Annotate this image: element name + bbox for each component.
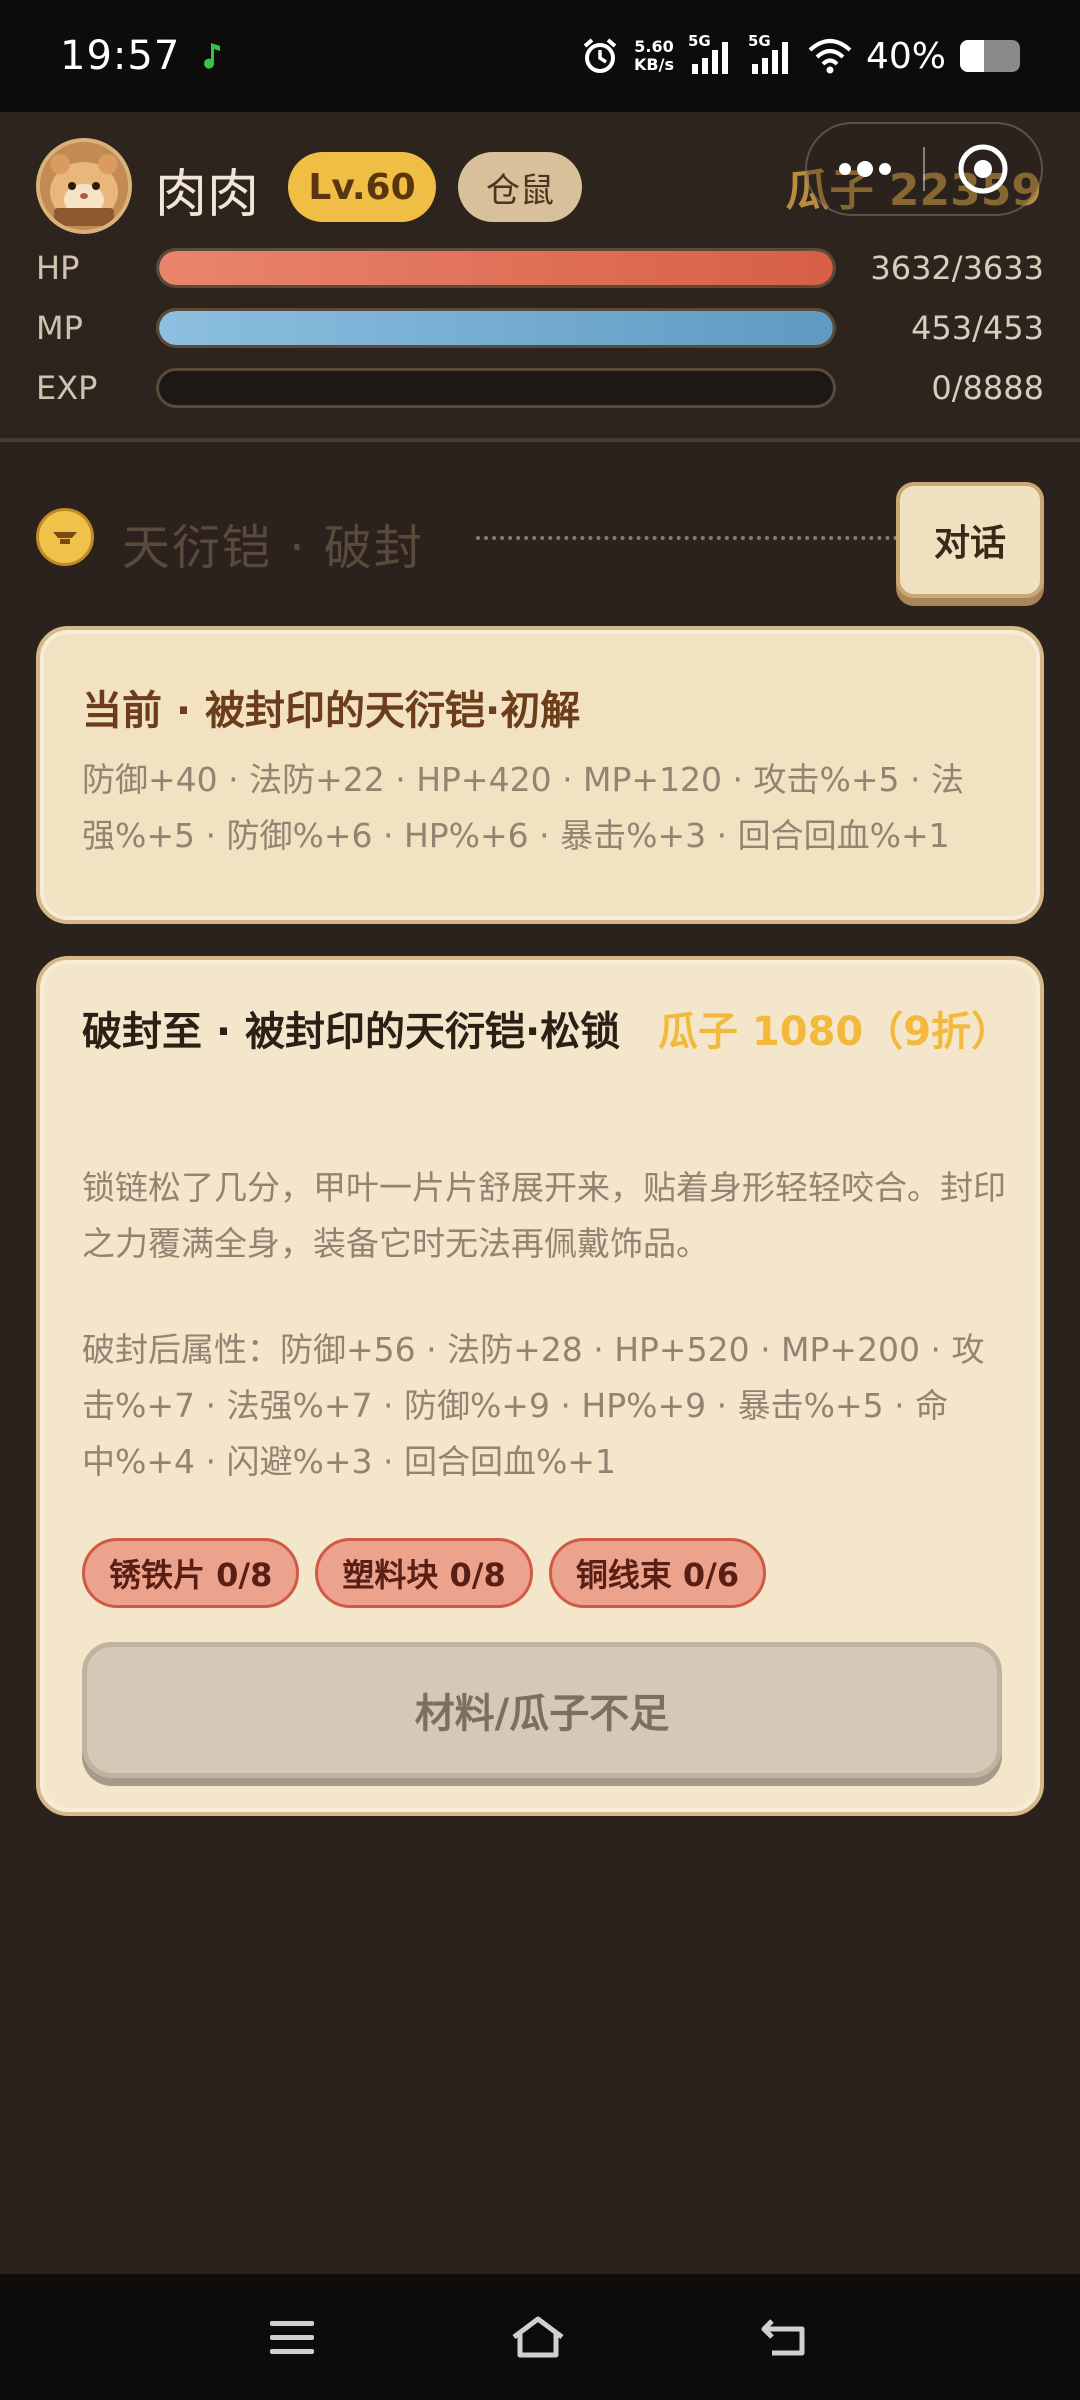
- close-button[interactable]: [925, 143, 1041, 195]
- music-note-icon: [204, 43, 221, 69]
- current-equipment-card: 当前 · 被封印的天衍铠·初解 防御+40 · 法防+22 · HP+420 ·…: [36, 626, 1044, 924]
- exp-row: EXP 0/8888: [36, 368, 1044, 408]
- hp-label: HP: [36, 249, 80, 287]
- upgrade-attrs: 破封后属性：防御+56 · 法防+28 · HP+520 · MP+200 · …: [82, 1330, 985, 1481]
- level-badge: Lv.60: [288, 152, 436, 222]
- player-panel: 肉肉 Lv.60 仓鼠 瓜子 22359 HP 3632/3633 MP 453…: [0, 112, 1080, 442]
- mp-label: MP: [36, 309, 83, 347]
- upgrade-title: 破封至 · 被封印的天衍铠·松锁: [82, 1009, 621, 1055]
- hamster-avatar-icon: [40, 142, 128, 230]
- back-icon[interactable]: [758, 2313, 814, 2361]
- upgrade-card: 破封至 · 被封印的天衍铠·松锁 瓜子 1080（9折） 锁链松了几分，甲叶一片…: [36, 956, 1044, 1816]
- race-badge: 仓鼠: [458, 152, 582, 222]
- section-header: 天衍铠 · 破封 对话: [36, 480, 1044, 598]
- target-close-icon: [958, 144, 1008, 194]
- player-name: 肉肉: [155, 165, 260, 225]
- upgrade-price: 瓜子 1080（9折）: [658, 1009, 1012, 1055]
- talk-button[interactable]: 对话: [896, 482, 1044, 598]
- net-speed-unit: KB/s: [634, 55, 674, 74]
- mini-program-capsule: [805, 122, 1043, 216]
- dotted-divider: [476, 536, 906, 540]
- status-bar: 19:57 5.60 KB/s 5G 5G 40%: [0, 0, 1080, 112]
- material-chip: 塑料块 0/8: [315, 1538, 533, 1608]
- home-icon[interactable]: [508, 2313, 568, 2361]
- hp-row: HP 3632/3633: [36, 248, 1044, 288]
- battery-percent: 40%: [865, 35, 946, 77]
- avatar[interactable]: [36, 138, 132, 234]
- exp-bar: [156, 368, 836, 408]
- upgrade-description: 锁链松了几分，甲叶一片片舒展开来，贴着身形轻轻咬合。封印之力覆满全身，装备它时无…: [82, 1168, 1006, 1263]
- material-chip: 锈铁片 0/8: [82, 1538, 300, 1608]
- current-attrs: 防御+40 · 法防+22 · HP+420 · MP+120 · 攻击%+5 …: [82, 760, 964, 855]
- status-time: 19:57: [60, 33, 181, 79]
- status-icons: 5.60 KB/s 5G 5G 40%: [580, 32, 1020, 77]
- material-chip: 铜线束 0/6: [548, 1538, 767, 1608]
- menu-icon[interactable]: [266, 2315, 318, 2359]
- hp-bar: [156, 248, 836, 288]
- exp-label: EXP: [36, 369, 98, 407]
- battery-icon: [960, 40, 1020, 72]
- coin-icon: [36, 508, 94, 566]
- mp-bar-fill: [159, 311, 833, 345]
- more-button[interactable]: [807, 161, 923, 177]
- signal-icon-2: 5G: [748, 32, 794, 76]
- net-speed: 5.60 KB/s: [634, 38, 674, 74]
- mp-bar: [156, 308, 836, 348]
- exp-value: 0/8888: [931, 369, 1044, 407]
- section-title: 天衍铠 · 破封: [122, 520, 424, 576]
- hp-bar-fill: [159, 251, 833, 285]
- battery-fill: [960, 40, 984, 72]
- upgrade-button[interactable]: 材料/瓜子不足: [82, 1642, 1002, 1778]
- mp-value: 453/453: [911, 309, 1044, 347]
- mp-row: MP 453/453: [36, 308, 1044, 348]
- more-dots-icon: [839, 161, 891, 177]
- materials-list: 锈铁片 0/8 塑料块 0/8 铜线束 0/6: [82, 1538, 767, 1608]
- signal-icon: 5G: [688, 32, 734, 76]
- current-title: 当前 · 被封印的天衍铠·初解: [82, 688, 581, 734]
- hp-value: 3632/3633: [870, 249, 1044, 287]
- wifi-icon: [808, 39, 852, 74]
- net-speed-value: 5.60: [634, 37, 674, 56]
- alarm-icon: [583, 38, 617, 73]
- system-nav-bar: [0, 2274, 1080, 2400]
